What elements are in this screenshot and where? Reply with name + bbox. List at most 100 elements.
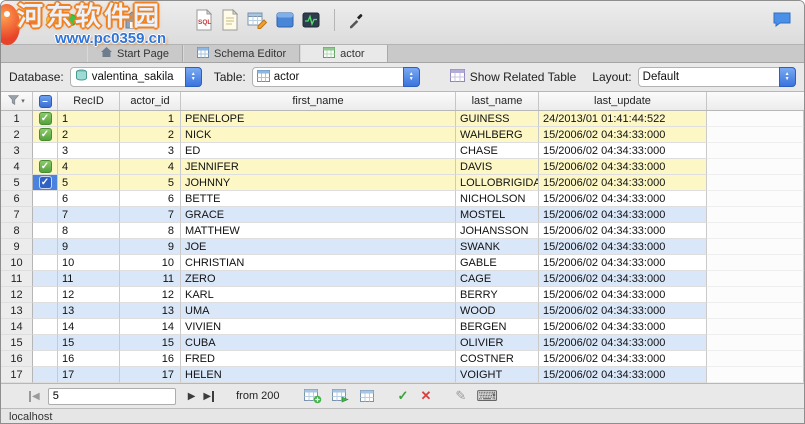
cell-first-name[interactable]: UMA xyxy=(181,303,456,319)
cell-recid[interactable]: 1 xyxy=(58,111,120,127)
cell-first-name[interactable]: CUBA xyxy=(181,335,456,351)
table-popup[interactable]: actor ▲ ▼ xyxy=(251,67,420,87)
cell-recid[interactable]: 17 xyxy=(58,367,120,383)
row-select-cell[interactable] xyxy=(33,143,58,159)
cell-actor-id[interactable]: 12 xyxy=(120,287,181,303)
cell-recid[interactable]: 3 xyxy=(58,143,120,159)
row-select-cell[interactable] xyxy=(33,319,58,335)
cell-first-name[interactable]: VIVIEN xyxy=(181,319,456,335)
column-header-last-update[interactable]: last_update xyxy=(539,92,707,110)
indeterminate-checkbox-icon[interactable]: – xyxy=(38,94,52,108)
cell-last-update[interactable]: 15/2006/02 04:34:33:000 xyxy=(539,207,707,223)
chat-bubble-icon[interactable] xyxy=(772,11,792,32)
row-select-cell[interactable] xyxy=(33,255,58,271)
row-select-cell[interactable] xyxy=(33,303,58,319)
cell-last-update[interactable]: 15/2006/02 04:34:33:000 xyxy=(539,239,707,255)
table-row[interactable]: 15 15 15 CUBA OLIVIER 15/2006/02 04:34:33:000 xyxy=(1,335,804,351)
cell-recid[interactable]: 9 xyxy=(58,239,120,255)
row-select-cell[interactable]: ✓ xyxy=(33,175,58,191)
cell-last-name[interactable]: JOHANSSON xyxy=(456,223,539,239)
cell-last-name[interactable]: GUINESS xyxy=(456,111,539,127)
cell-actor-id[interactable]: 2 xyxy=(120,127,181,143)
activity-monitor-icon[interactable] xyxy=(302,12,320,28)
cell-last-update[interactable]: 24/2013/01 01:41:44:522 xyxy=(539,111,707,127)
cell-recid[interactable]: 6 xyxy=(58,191,120,207)
row-select-cell[interactable] xyxy=(33,287,58,303)
duplicate-record-icon[interactable] xyxy=(331,388,350,404)
table-row[interactable]: 14 14 14 VIVIEN BERGEN 15/2006/02 04:34:33:00… xyxy=(1,319,804,335)
cell-last-name[interactable]: CHASE xyxy=(456,143,539,159)
cell-actor-id[interactable]: 5 xyxy=(120,175,181,191)
cell-first-name[interactable]: BETTE xyxy=(181,191,456,207)
cell-last-update[interactable]: 15/2006/02 04:34:33:000 xyxy=(539,319,707,335)
table-row[interactable]: 17 17 17 HELEN VOIGHT 15/2006/02 04:34:33:000 xyxy=(1,367,804,383)
row-select-cell[interactable] xyxy=(33,367,58,383)
cell-first-name[interactable]: PENELOPE xyxy=(181,111,456,127)
cell-last-name[interactable]: DAVIS xyxy=(456,159,539,175)
cell-first-name[interactable]: NICK xyxy=(181,127,456,143)
cell-first-name[interactable]: KARL xyxy=(181,287,456,303)
cell-actor-id[interactable]: 10 xyxy=(120,255,181,271)
cell-actor-id[interactable]: 17 xyxy=(120,367,181,383)
cell-first-name[interactable]: GRACE xyxy=(181,207,456,223)
cell-recid[interactable]: 8 xyxy=(58,223,120,239)
cell-last-name[interactable]: NICHOLSON xyxy=(456,191,539,207)
row-select-cell[interactable] xyxy=(33,191,58,207)
cell-first-name[interactable]: ED xyxy=(181,143,456,159)
cell-first-name[interactable]: JENNIFER xyxy=(181,159,456,175)
row-checkbox-checked-icon[interactable]: ✓ xyxy=(38,160,52,173)
cell-last-name[interactable]: SWANK xyxy=(456,239,539,255)
select-all-checkbox[interactable]: – xyxy=(33,92,58,110)
cell-last-name[interactable]: WAHLBERG xyxy=(456,127,539,143)
cell-actor-id[interactable]: 16 xyxy=(120,351,181,367)
cell-last-update[interactable]: 15/2006/02 04:34:33:000 xyxy=(539,271,707,287)
cell-last-update[interactable]: 15/2006/02 04:34:33:000 xyxy=(539,287,707,303)
cell-first-name[interactable]: ZERO xyxy=(181,271,456,287)
cell-last-update[interactable]: 15/2006/02 04:34:33:000 xyxy=(539,303,707,319)
row-select-cell[interactable] xyxy=(33,223,58,239)
row-select-cell[interactable] xyxy=(33,351,58,367)
table-row[interactable]: 6 6 6 BETTE NICHOLSON 15/2006/02 04:34:33:000 xyxy=(1,191,804,207)
cell-actor-id[interactable]: 1 xyxy=(120,111,181,127)
table-row[interactable]: 4 ✓ 4 4 JENNIFER DAVIS 15/2006/02 04:34:33:000 xyxy=(1,159,804,175)
row-select-cell[interactable] xyxy=(33,207,58,223)
cell-recid[interactable]: 15 xyxy=(58,335,120,351)
zoom-button[interactable] xyxy=(65,14,77,26)
cell-actor-id[interactable]: 15 xyxy=(120,335,181,351)
table-row[interactable]: 2 ✓ 2 2 NICK WAHLBERG 15/2006/02 04:34:33:000 xyxy=(1,127,804,143)
cell-last-name[interactable]: WOOD xyxy=(456,303,539,319)
cell-last-update[interactable]: 15/2006/02 04:34:33:000 xyxy=(539,255,707,271)
cell-last-name[interactable]: OLIVIER xyxy=(456,335,539,351)
cell-recid[interactable]: 16 xyxy=(58,351,120,367)
eyedropper-icon[interactable] xyxy=(347,11,365,29)
schema-editor-icon[interactable] xyxy=(247,11,268,30)
cell-last-update[interactable]: 15/2006/02 04:34:33:000 xyxy=(539,367,707,383)
cell-first-name[interactable]: MATTHEW xyxy=(181,223,456,239)
cell-recid[interactable]: 13 xyxy=(58,303,120,319)
cell-last-name[interactable]: MOSTEL xyxy=(456,207,539,223)
cell-last-update[interactable]: 15/2006/02 04:34:33:000 xyxy=(539,223,707,239)
next-record-button[interactable]: ▶ xyxy=(188,391,196,402)
cell-actor-id[interactable]: 13 xyxy=(120,303,181,319)
cell-last-name[interactable]: LOLLOBRIGIDA xyxy=(456,175,539,191)
cell-last-update[interactable]: 15/2006/02 04:34:33:000 xyxy=(539,127,707,143)
row-select-cell[interactable]: ✓ xyxy=(33,159,58,175)
cell-recid[interactable]: 10 xyxy=(58,255,120,271)
table-row[interactable]: 11 11 11 ZERO CAGE 15/2006/02 04:34:33:000 xyxy=(1,271,804,287)
minimize-button[interactable] xyxy=(46,14,58,26)
cell-actor-id[interactable]: 11 xyxy=(120,271,181,287)
row-select-cell[interactable]: ✓ xyxy=(33,111,58,127)
cell-last-update[interactable]: 15/2006/02 04:34:33:000 xyxy=(539,159,707,175)
cell-last-name[interactable]: COSTNER xyxy=(456,351,539,367)
tab-actor[interactable]: actor xyxy=(300,45,388,62)
cell-first-name[interactable]: CHRISTIAN xyxy=(181,255,456,271)
table-row[interactable]: 3 3 3 ED CHASE 15/2006/02 04:34:33:000 xyxy=(1,143,804,159)
first-record-button[interactable]: ◀ xyxy=(29,390,40,402)
sql-file-icon[interactable]: SQL xyxy=(195,9,213,31)
cell-actor-id[interactable]: 7 xyxy=(120,207,181,223)
cell-last-name[interactable]: VOIGHT xyxy=(456,367,539,383)
cell-actor-id[interactable]: 3 xyxy=(120,143,181,159)
cell-actor-id[interactable]: 6 xyxy=(120,191,181,207)
table-row[interactable]: 5 ✓ 5 5 JOHNNY LOLLOBRIGIDA 15/2006/02 04:34:3… xyxy=(1,175,804,191)
cell-recid[interactable]: 12 xyxy=(58,287,120,303)
